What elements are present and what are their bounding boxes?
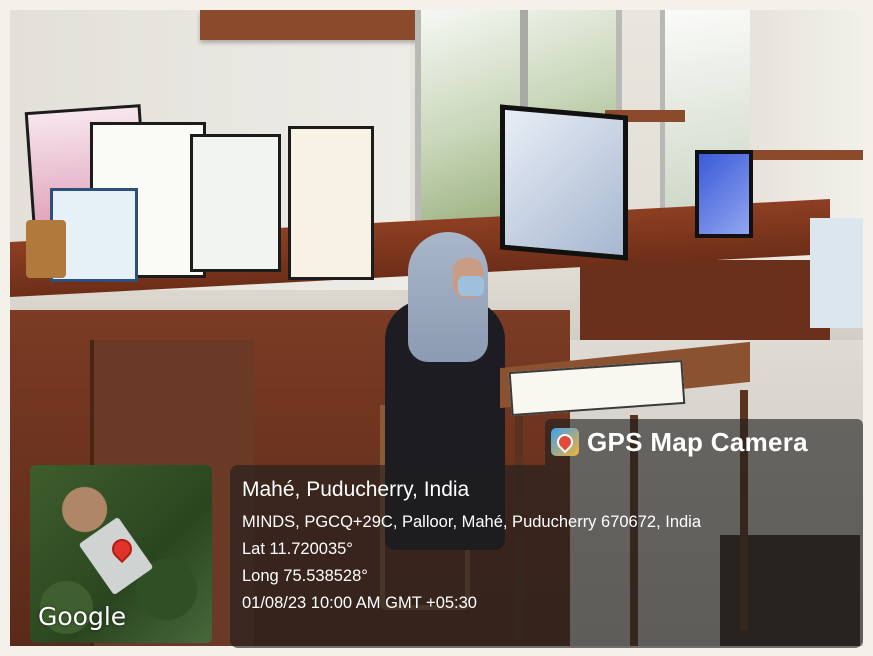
- google-logo: Google: [38, 602, 127, 631]
- shelf: [200, 10, 440, 40]
- address-line: MINDS, PGCQ+29C, Palloor, Mahé, Puducher…: [242, 513, 702, 531]
- gps-brand-banner: GPS Map Camera: [545, 419, 863, 465]
- latitude-line: Lat 11.720035°: [242, 540, 353, 558]
- poster-frame: [190, 134, 281, 272]
- poster-frame: [288, 126, 374, 280]
- datetime-line: 01/08/23 10:00 AM GMT +05:30: [242, 594, 477, 612]
- map-thumbnail: Google: [30, 465, 212, 643]
- map-pin-icon: [551, 428, 579, 456]
- counter: [580, 260, 830, 340]
- face-mask: [458, 276, 484, 296]
- longitude-line: Long 75.538528°: [242, 567, 368, 585]
- location-title: Mahé, Puducherry, India: [242, 478, 470, 501]
- trophy: [26, 220, 66, 278]
- television: [695, 150, 753, 238]
- headscarf: [408, 232, 488, 362]
- location-info-panel: Mahé, Puducherry, India MINDS, PGCQ+29C,…: [230, 465, 863, 648]
- brand-label: GPS Map Camera: [587, 426, 808, 457]
- television: [500, 104, 628, 261]
- poster: [810, 218, 863, 328]
